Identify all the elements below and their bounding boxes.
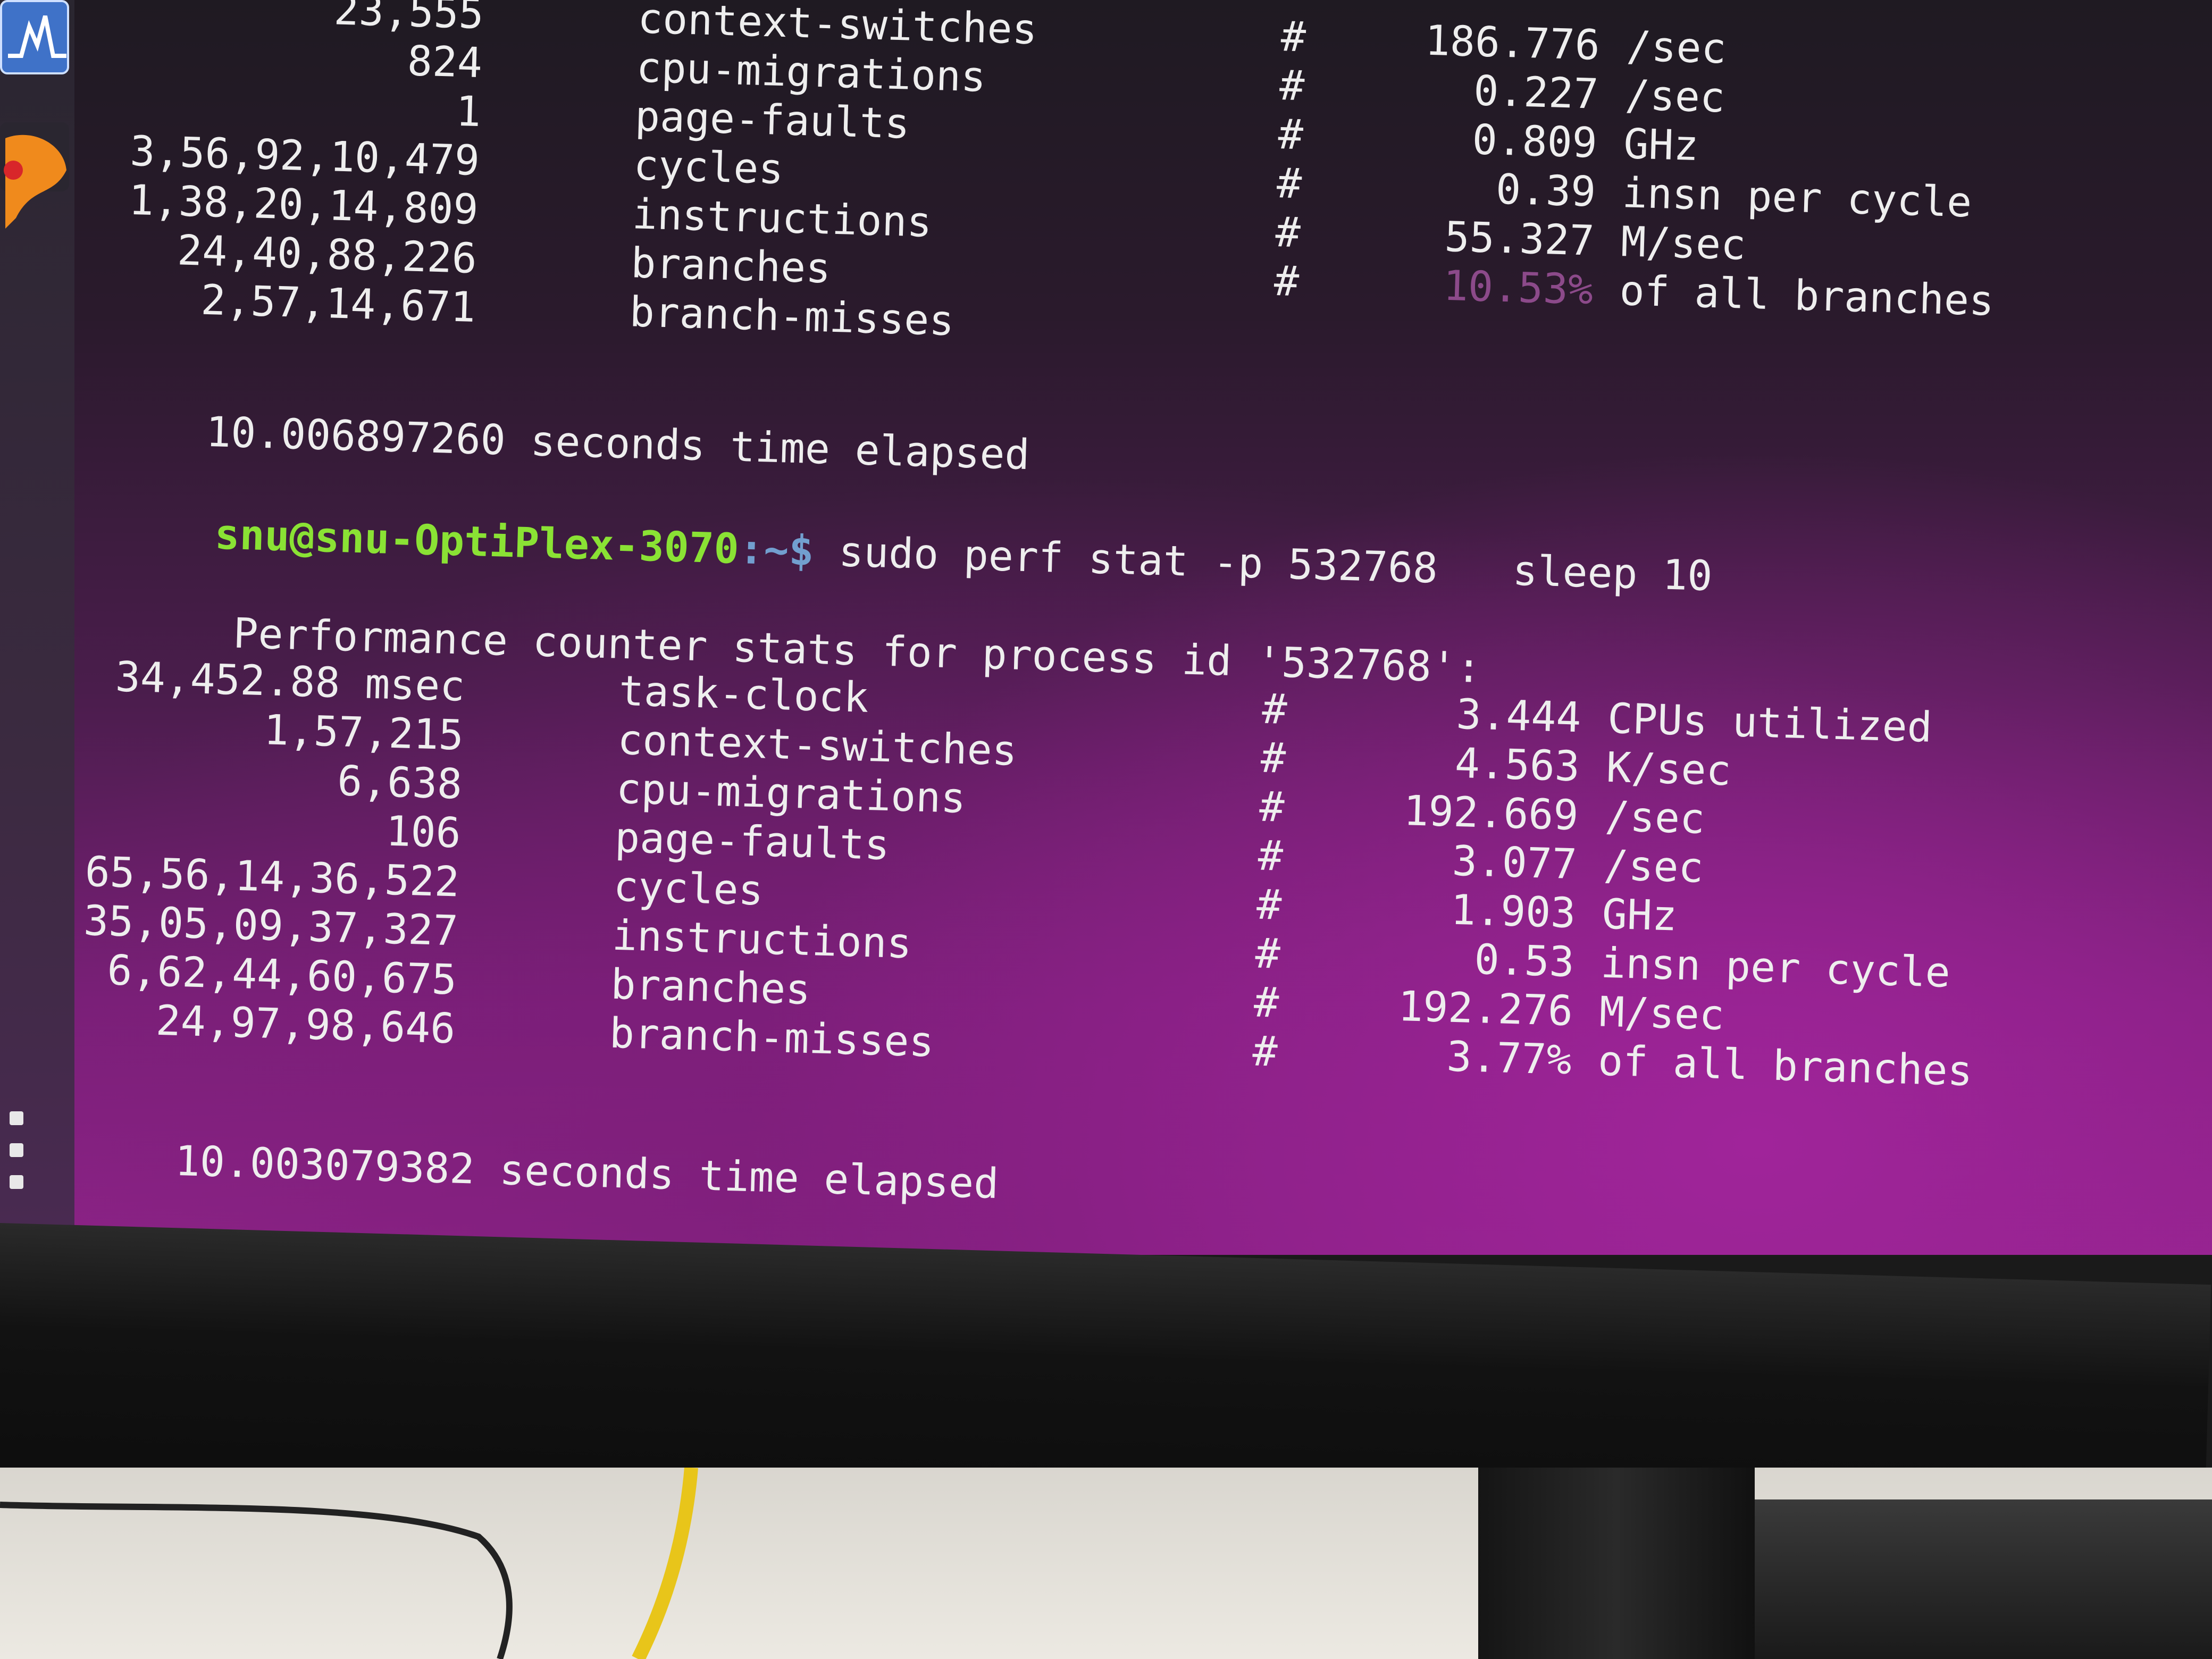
cable [0,1468,698,1659]
hash-mark: # [1257,832,1284,881]
stat-event: task-clock [618,667,869,722]
hash-mark: # [1279,62,1305,111]
prompt-path: :~$ [738,525,815,575]
stat-event: cycles [613,862,764,915]
stat-event: page-faults [634,93,910,148]
stat-unit: /sec [1603,841,1704,892]
stat-event: instructions [631,190,933,247]
hash-mark: # [1256,881,1283,929]
hash-mark: # [1261,685,1288,734]
stat-value: 4.563 [1454,739,1581,791]
current-elapsed: 10.003079382 seconds time elapsed [174,1137,1000,1209]
stat-value: 10.53% [1442,262,1594,314]
terminal[interactable]: 23,555 context-switches #186.776/sec 824 cpu… [45,0,2180,1255]
stat-unit: CPUs utilized [1607,694,1933,752]
stat-value: 192.669 [1403,787,1579,840]
stat-value: 3.444 [1455,690,1582,742]
stat-value: 192.276 [1397,982,1574,1036]
hash-mark: # [1252,1027,1278,1076]
stat-value: 3.077 [1451,837,1578,889]
stat-event: instructions [611,911,912,968]
previous-run-output: 23,555 context-switches #186.776/sec 824 cpu… [80,0,2179,345]
stat-event: page-faults [614,814,891,870]
stat-unit: M/sec [1598,988,1725,1040]
stat-event: branch-misses [629,288,955,346]
stat-unit: GHz [1623,120,1699,171]
stat-unit: M/sec [1620,218,1747,270]
stat-event: branches [610,960,811,1015]
hash-mark: # [1254,929,1281,978]
stat-unit: /sec [1624,71,1726,122]
monitor-stand [1478,1468,1755,1659]
stat-value: 1.903 [1450,886,1577,938]
stat-unit: /sec [1626,22,1727,73]
stat-event: branches [630,239,832,293]
hash-mark: # [1260,734,1287,783]
stat-unit: of all branches [1597,1037,1973,1096]
hash-mark: # [1277,111,1304,160]
hash-mark: # [1276,160,1303,208]
stat-unit: /sec [1604,792,1706,843]
hash-mark: # [1275,208,1301,257]
stat-unit: K/sec [1605,743,1732,795]
stat-unit: GHz [1601,890,1678,941]
hash-mark: # [1273,257,1300,306]
stat-event: cycles [633,141,784,194]
monitor-screen: 23,555 context-switches #186.776/sec 824 cpu… [0,0,2212,1255]
vlc-icon[interactable] [0,122,69,229]
command-line: snu@snu-OptiPlex-3070:~$ sudo perf stat … [65,457,2087,600]
stat-value: 0.39 [1495,165,1597,216]
stat-value: 55.327 [1444,213,1595,265]
previous-elapsed: 10.006897260 seconds time elapsed [205,408,1030,480]
app-grid-icon[interactable] [10,1111,31,1202]
hash-mark: # [1253,978,1280,1027]
hash-mark: # [1259,783,1285,832]
stat-value: 0.809 [1471,116,1598,167]
stat-event: branch-misses [608,1009,935,1067]
monitor-base [1755,1499,2212,1659]
system-monitor-icon[interactable] [0,0,69,74]
stat-value: 0.227 [1473,67,1599,119]
stat-value: 3.77% [1446,1033,1572,1085]
stat-value: 0.53 [1473,935,1575,987]
hash-mark: # [1280,13,1307,62]
stat-value: 186.776 [1424,16,1601,70]
